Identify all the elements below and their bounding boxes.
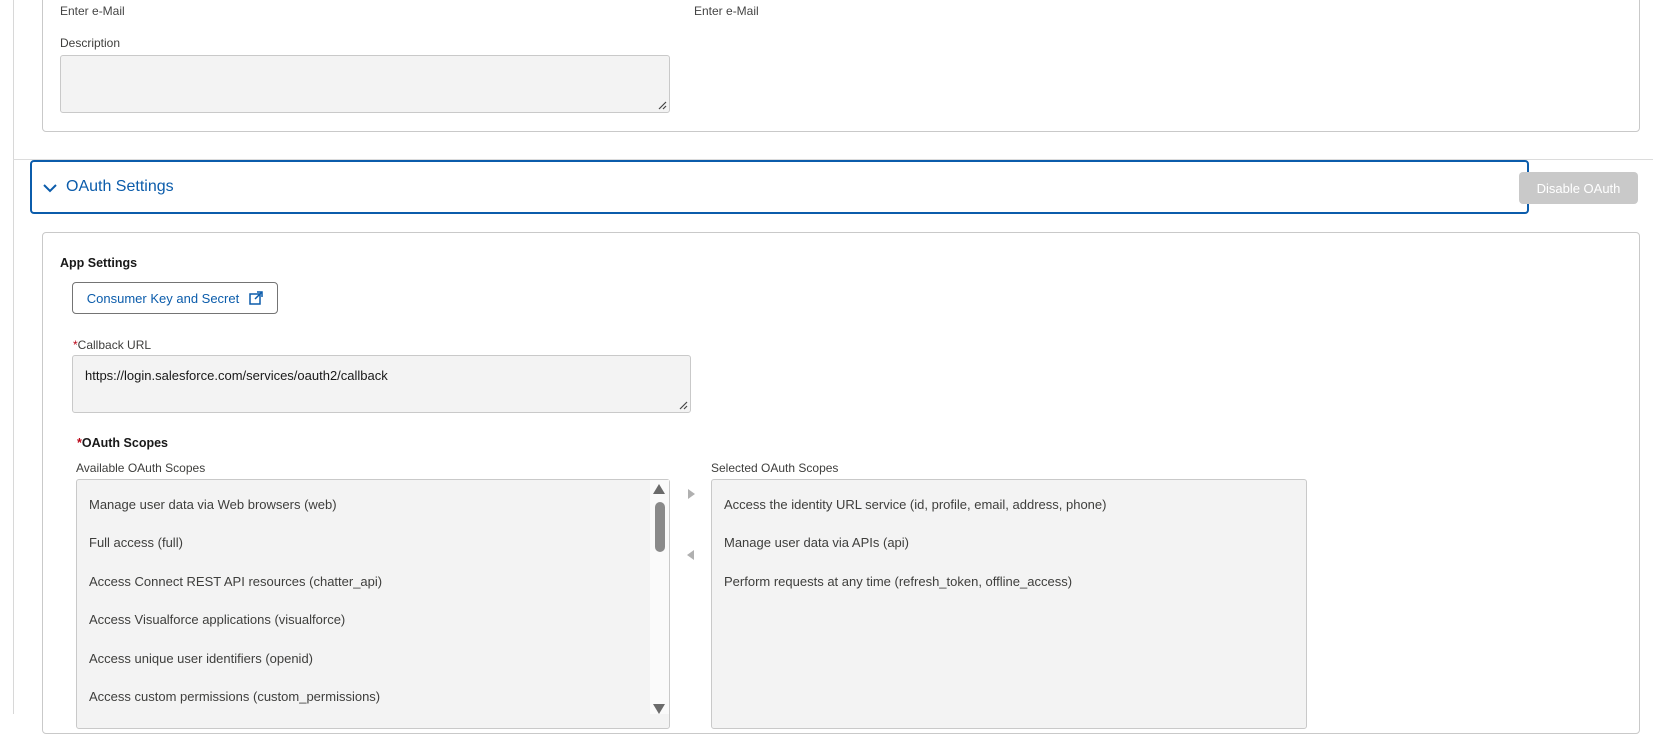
consumer-key-secret-label: Consumer Key and Secret bbox=[86, 290, 240, 306]
list-item[interactable]: Access unique user identifiers (openid) bbox=[89, 651, 313, 666]
oauth-scopes-heading: *OAuth Scopes bbox=[77, 436, 168, 450]
available-scopes-listbox[interactable]: Manage user data via Web browsers (web) … bbox=[76, 479, 670, 729]
list-item[interactable]: Manage user data via APIs (api) bbox=[724, 535, 909, 550]
oauth-settings-title[interactable]: OAuth Settings bbox=[66, 178, 174, 196]
list-item[interactable]: Full access (full) bbox=[89, 535, 183, 550]
callback-url-value[interactable]: https://login.salesforce.com/services/oa… bbox=[85, 368, 388, 383]
description-label: Description bbox=[60, 36, 121, 50]
oauth-settings-section-header[interactable] bbox=[30, 160, 1529, 214]
callback-url-label: *Callback URL bbox=[73, 338, 152, 352]
contact-email-label: Enter e-Mail bbox=[60, 4, 125, 18]
page-border-left bbox=[13, 0, 14, 714]
resize-handle-icon[interactable] bbox=[679, 401, 688, 410]
new-window-icon bbox=[249, 291, 263, 305]
selected-scopes-label: Selected OAuth Scopes bbox=[711, 461, 839, 475]
disable-oauth-button[interactable]: Disable OAuth bbox=[1519, 172, 1638, 204]
contact-email-label-right: Enter e-Mail bbox=[694, 4, 759, 18]
triangle-left-icon[interactable] bbox=[686, 549, 696, 561]
triangle-right-icon[interactable] bbox=[686, 488, 696, 500]
list-item[interactable]: Access Connect REST API resources (chatt… bbox=[89, 574, 382, 589]
app-settings-heading: App Settings bbox=[60, 256, 138, 270]
list-item[interactable]: Access custom permissions (custom_permis… bbox=[89, 689, 380, 704]
scrollbar-thumb[interactable] bbox=[655, 502, 665, 552]
list-item[interactable]: Access Visualforce applications (visualf… bbox=[89, 612, 345, 627]
list-item[interactable]: Perform requests at any time (refresh_to… bbox=[724, 574, 1072, 589]
description-textarea[interactable] bbox=[60, 55, 670, 113]
scroll-up-arrow-icon[interactable] bbox=[652, 483, 666, 495]
resize-handle-icon[interactable] bbox=[658, 101, 667, 110]
selected-scopes-listbox[interactable]: Access the identity URL service (id, pro… bbox=[711, 479, 1307, 729]
consumer-key-secret-button[interactable]: Consumer Key and Secret bbox=[72, 282, 278, 314]
available-scopes-label: Available OAuth Scopes bbox=[76, 461, 206, 475]
scroll-down-arrow-icon[interactable] bbox=[652, 703, 666, 715]
list-item[interactable]: Access the identity URL service (id, pro… bbox=[724, 497, 1106, 512]
list-item[interactable]: Manage user data via Web browsers (web) bbox=[89, 497, 337, 512]
callback-url-textarea[interactable] bbox=[72, 355, 691, 413]
chevron-down-icon[interactable] bbox=[42, 180, 58, 196]
